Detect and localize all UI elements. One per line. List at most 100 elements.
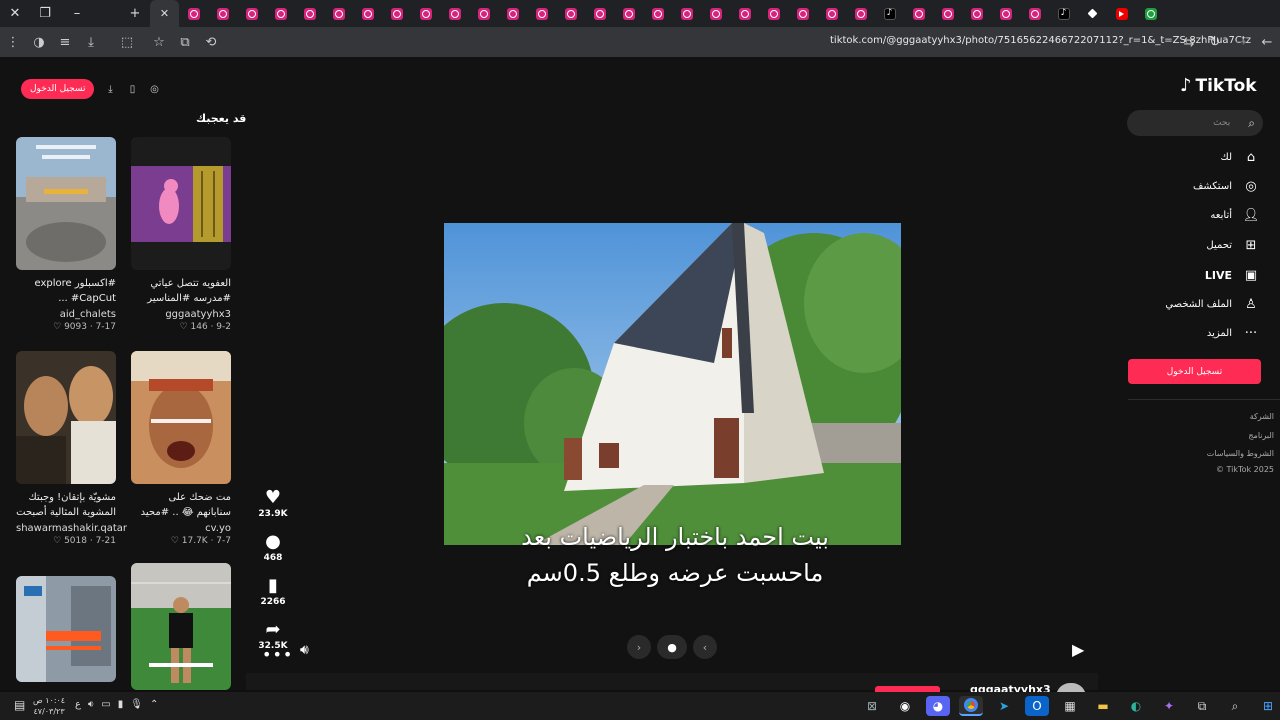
more-options-icon[interactable]: ••• <box>262 645 293 664</box>
tab-instagram[interactable] <box>933 0 962 27</box>
site-settings-icon[interactable]: ⇆ <box>1176 27 1202 57</box>
tab-instagram[interactable] <box>556 0 585 27</box>
close-app-icon[interactable]: ⊠ <box>860 696 884 716</box>
battery-icon[interactable]: ▮ <box>118 699 124 710</box>
network-icon[interactable]: ▭ <box>101 699 110 710</box>
search-input[interactable]: بحث ⌕ <box>1127 110 1263 136</box>
new-tab-button[interactable]: + <box>120 0 150 27</box>
outlook-icon[interactable]: O <box>1025 696 1049 716</box>
tab-instagram[interactable] <box>324 0 353 27</box>
tab-search-icon[interactable]: ≡ <box>52 27 78 57</box>
close-tab-icon[interactable]: ✕ <box>160 7 169 20</box>
nav-item-more[interactable]: ··· المزيد <box>1207 325 1260 341</box>
tab-instagram[interactable] <box>208 0 237 27</box>
bookmark-star-icon[interactable]: ☆ <box>146 27 172 57</box>
tab-instagram[interactable] <box>991 0 1020 27</box>
tab-instagram[interactable] <box>498 0 527 27</box>
reload-icon[interactable]: ↻ <box>1202 27 1228 57</box>
footer-link-terms[interactable]: الشروط والسياسات <box>1207 449 1274 458</box>
close-window-icon[interactable]: ✕ <box>0 0 30 27</box>
save-button[interactable]: ▮ 2266 <box>258 575 288 608</box>
tab-instagram[interactable] <box>353 0 382 27</box>
copilot-icon[interactable]: ✦ <box>1157 696 1181 716</box>
mobile-icon[interactable]: ▯ <box>126 83 138 95</box>
recommendation-item[interactable]: مشويّة بإتقان! وجبتك المشوية المثالية أص… <box>16 351 127 546</box>
telegram-icon[interactable]: ➤ <box>992 696 1016 716</box>
tab-instagram[interactable] <box>469 0 498 27</box>
comment-button[interactable]: ● 468 <box>258 531 288 564</box>
footer-link-program[interactable]: البرنامج <box>1248 431 1274 440</box>
tab-instagram[interactable] <box>237 0 266 27</box>
recommendation-user[interactable]: aid_chalets <box>16 309 116 320</box>
tab-active[interactable]: ✕ <box>150 0 179 27</box>
tab-instagram[interactable] <box>846 0 875 27</box>
task-view-icon[interactable]: ⧉ <box>1190 696 1214 716</box>
nav-item-for-you[interactable]: ⌂ لك <box>1221 149 1260 165</box>
search-icon[interactable]: ⌕ <box>1223 696 1247 716</box>
tiktok-logo[interactable]: ♪ TikTok <box>1180 75 1257 96</box>
like-button[interactable]: ♥ 23.9K <box>258 487 288 520</box>
speaker-icon[interactable]: 🔉︎ <box>88 699 94 710</box>
tab-instagram[interactable] <box>904 0 933 27</box>
language-icon[interactable]: ع <box>75 699 81 710</box>
nav-item-upload[interactable]: ⊞ تحميل <box>1206 237 1260 253</box>
extensions-icon[interactable]: ⬚ <box>114 27 140 57</box>
chevron-up-icon[interactable]: ⌃ <box>150 699 158 710</box>
video-player[interactable] <box>444 223 901 545</box>
recommendation-item[interactable]: #اكسبلور explore #CapCut ... aid_chalets… <box>16 137 116 332</box>
tab-instagram[interactable] <box>411 0 440 27</box>
back-icon[interactable]: ← <box>1254 27 1280 57</box>
chrome-icon[interactable] <box>959 696 983 716</box>
carousel-prev-button[interactable]: ‹ <box>693 635 717 659</box>
volume-icon[interactable]: 🔊︎ <box>300 642 309 658</box>
share-icon[interactable]: ⧉ <box>172 27 198 57</box>
tab-instagram[interactable] <box>266 0 295 27</box>
nav-item-live[interactable]: ▣ LIVE <box>1205 267 1260 283</box>
login-button-sidebar[interactable]: تسجيل الدخول <box>1128 359 1261 384</box>
file-explorer-icon[interactable]: ▬ <box>1091 696 1115 716</box>
compass-icon[interactable]: ◎ <box>148 83 160 95</box>
tab-instagram[interactable] <box>701 0 730 27</box>
footer-link-company[interactable]: الشركة <box>1250 412 1274 421</box>
search-icon[interactable]: ⌕ <box>1248 116 1255 131</box>
tab-instagram[interactable] <box>672 0 701 27</box>
recommendation-item[interactable] <box>131 563 231 690</box>
tab-instagram[interactable] <box>1020 0 1049 27</box>
install-icon[interactable]: ⟲ <box>198 27 224 57</box>
edge-icon[interactable]: ◐ <box>1124 696 1148 716</box>
tab-instagram[interactable] <box>585 0 614 27</box>
nav-item-profile[interactable]: ♙ الملف الشخصي <box>1165 296 1260 312</box>
tab-instagram[interactable] <box>179 0 208 27</box>
discord-icon[interactable]: ◕ <box>926 696 950 716</box>
tab-instagram[interactable] <box>962 0 991 27</box>
tab-tiktok[interactable] <box>875 0 904 27</box>
tab-instagram[interactable] <box>527 0 556 27</box>
restore-icon[interactable]: ❐ <box>30 0 60 27</box>
tab-diamond[interactable] <box>1078 0 1107 27</box>
play-icon[interactable]: ▶ <box>1072 640 1084 659</box>
tab-instagram[interactable] <box>614 0 643 27</box>
tab-youtube[interactable] <box>1107 0 1136 27</box>
profile-icon[interactable]: ◑ <box>26 27 52 57</box>
start-icon[interactable]: ⊞ <box>1256 696 1280 716</box>
recommendation-user[interactable]: gggaatyyhx3 <box>131 309 231 320</box>
menu-dots-icon[interactable]: ⋮ <box>0 27 26 57</box>
nav-item-following[interactable]: 👤︎ أتابعه <box>1210 207 1260 223</box>
download-app-icon[interactable]: ⤓ <box>104 83 116 95</box>
tab-instagram[interactable] <box>788 0 817 27</box>
tab-gmail[interactable] <box>1136 0 1165 27</box>
taskbar-clock[interactable]: ١٠:٠٤ ص ٤٧/٠٣/٢٣ <box>33 695 65 717</box>
forward-icon[interactable]: → <box>1228 27 1254 57</box>
recommendation-item[interactable]: العفويه تتصل عياتي #مدرسه #المناسير #m_1… <box>131 137 231 332</box>
carousel-next-button[interactable]: › <box>627 635 651 659</box>
recommendation-user[interactable]: cv.yo <box>131 523 231 534</box>
tab-tiktok[interactable] <box>1049 0 1078 27</box>
download-icon[interactable]: ⤓ <box>78 27 104 57</box>
tab-instagram[interactable] <box>643 0 672 27</box>
notifications-icon[interactable]: ▤ <box>14 698 25 712</box>
recommendation-user[interactable]: shawarmashakir.qatar <box>16 523 127 534</box>
recommendation-item[interactable]: مت ضحك على سنابانهم 😂 .. #محيد #عمان #سن… <box>131 351 231 546</box>
obs-icon[interactable]: ◉ <box>893 696 917 716</box>
recommendation-item[interactable] <box>16 576 116 682</box>
login-button-top[interactable]: تسجيل الدخول <box>21 79 95 99</box>
